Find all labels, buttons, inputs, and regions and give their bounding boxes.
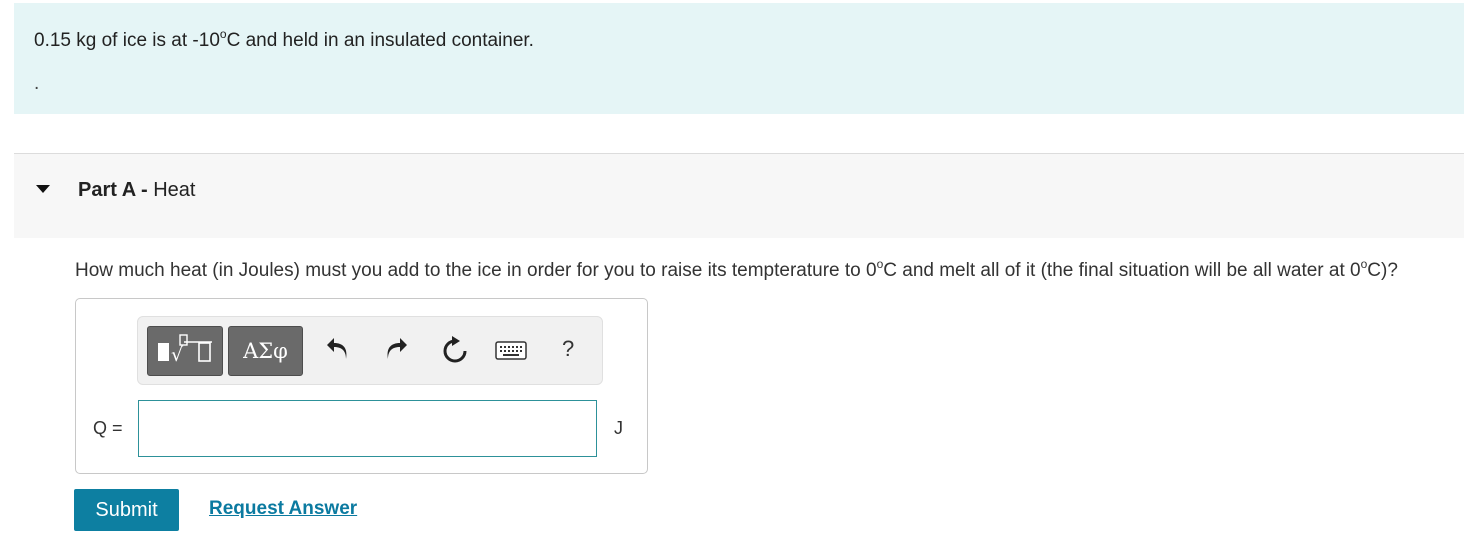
problem-text: 0.15 kg of ice is at -10oC and held in a…	[34, 27, 534, 51]
variable-label: Q =	[93, 418, 123, 438]
unit-label: J	[614, 418, 623, 438]
templates-icon: √	[158, 334, 212, 366]
question-text: How much heat (in Joules) must you add t…	[75, 257, 1398, 281]
undo-button[interactable]	[326, 337, 350, 368]
symbols-label: ΑΣφ	[243, 339, 288, 363]
reset-button[interactable]	[441, 335, 469, 370]
svg-text:√: √	[171, 344, 184, 366]
reset-icon	[443, 336, 467, 363]
answer-input[interactable]	[138, 400, 597, 457]
answer-box: √ ΑΣφ ? Q = J	[75, 298, 648, 474]
math-toolbar: √ ΑΣφ ?	[137, 316, 603, 385]
undo-icon	[327, 338, 347, 359]
request-answer-link[interactable]: Request Answer	[209, 498, 357, 520]
redo-button[interactable]	[384, 337, 408, 368]
keyboard-button[interactable]	[495, 341, 527, 366]
part-name: Heat	[153, 179, 196, 201]
caret-down-icon[interactable]	[36, 185, 50, 193]
help-button[interactable]: ?	[562, 336, 574, 362]
part-label: Part A -	[78, 179, 148, 201]
part-a-header[interactable]: Part A - Heat	[14, 153, 1464, 238]
part-title: Part A - Heat	[78, 179, 195, 202]
redo-icon	[387, 338, 407, 359]
submit-button[interactable]: Submit	[74, 489, 179, 531]
templates-button[interactable]: √	[147, 326, 223, 376]
problem-dot: .	[34, 73, 40, 94]
problem-statement: 0.15 kg of ice is at -10oC and held in a…	[14, 3, 1464, 114]
symbols-button[interactable]: ΑΣφ	[228, 326, 303, 376]
keyboard-icon	[495, 341, 527, 360]
